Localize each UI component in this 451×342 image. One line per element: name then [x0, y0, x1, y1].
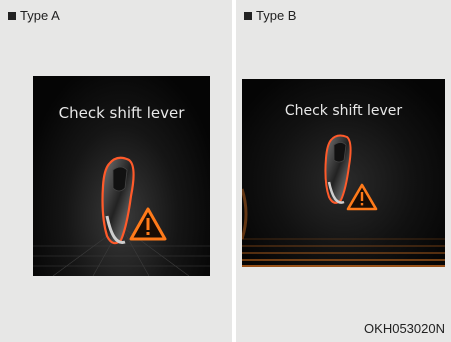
display-screen-a: Check shift lever — [33, 76, 210, 276]
type-b-label: Type B — [256, 8, 297, 23]
type-a-label: Type A — [20, 8, 60, 23]
panel-type-a: Type A Check shift lever — [0, 0, 232, 342]
square-bullet-icon — [244, 11, 252, 20]
square-bullet-icon — [8, 11, 16, 20]
type-a-heading: Type A — [8, 8, 60, 23]
warning-triangle-icon — [346, 183, 378, 211]
figure-code: OKH053020N — [364, 321, 445, 336]
panel-type-b: Type B Check shift lever OKH053020N — [236, 0, 451, 342]
display-screen-b: Check shift lever — [242, 79, 445, 267]
warning-triangle-icon — [129, 207, 167, 241]
type-b-heading: Type B — [244, 8, 296, 23]
